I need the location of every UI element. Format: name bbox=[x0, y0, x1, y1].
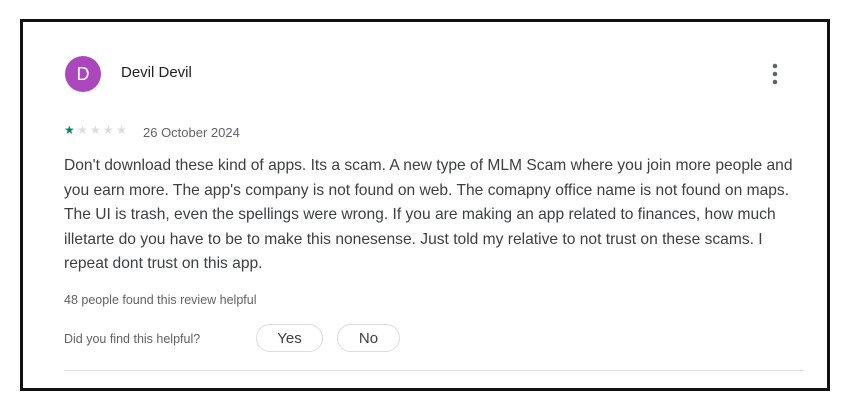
star-rating: ★ ★ ★ ★ ★ bbox=[64, 124, 129, 136]
divider bbox=[64, 370, 804, 371]
star-empty-icon: ★ bbox=[103, 123, 114, 137]
no-button[interactable]: No bbox=[337, 324, 400, 352]
star-empty-icon: ★ bbox=[116, 123, 127, 137]
yes-button[interactable]: Yes bbox=[256, 324, 323, 352]
author-name: Devil Devil bbox=[121, 64, 192, 81]
review-text: Don't download these kind of apps. Its a… bbox=[64, 157, 793, 273]
more-vert-icon bbox=[772, 63, 778, 85]
helpful-count: 48 people found this review helpful bbox=[64, 293, 257, 307]
star-empty-icon: ★ bbox=[90, 123, 101, 137]
review-date: 26 October 2024 bbox=[143, 125, 240, 140]
helpful-question: Did you find this helpful? bbox=[64, 332, 201, 346]
avatar: D bbox=[65, 56, 101, 92]
star-empty-icon: ★ bbox=[77, 123, 88, 137]
more-options-button[interactable] bbox=[763, 60, 787, 88]
review-card: D Devil Devil ★ ★ ★ ★ ★ 26 October 2024 Don'… bbox=[20, 19, 830, 391]
star-filled-icon: ★ bbox=[64, 123, 75, 137]
